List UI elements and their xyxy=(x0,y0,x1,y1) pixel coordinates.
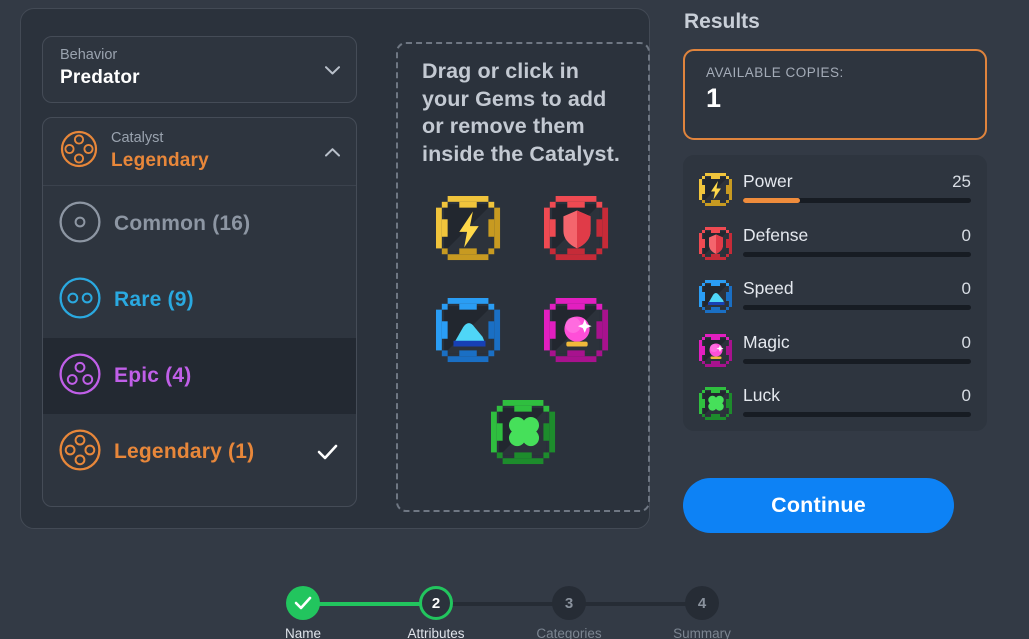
shield-icon xyxy=(699,226,733,261)
stepper-label-categories: Categories xyxy=(536,626,602,639)
results-title: Results xyxy=(684,10,760,33)
stat-row-defense: Defense 0 xyxy=(699,221,971,275)
stat-progress-fill xyxy=(743,198,800,203)
gem-dropzone[interactable]: Drag or click in your Gems to add or rem… xyxy=(396,42,650,512)
catalyst-label: Catalyst xyxy=(111,130,164,146)
available-copies-value: 1 xyxy=(706,83,722,113)
rarity-legendary-icon xyxy=(59,129,99,174)
stepper-node-attributes[interactable]: 2 xyxy=(419,586,453,620)
catalyst-header[interactable]: Catalyst Legendary xyxy=(43,118,356,186)
chevron-down-icon[interactable] xyxy=(325,65,340,75)
continue-button[interactable]: Continue xyxy=(683,478,954,533)
wizard-stepper: Name 2 Attributes 3 Categories 4 Summary xyxy=(275,586,731,639)
rarity-option-label: Rare (9) xyxy=(114,288,194,311)
rarity-option-list: Common (16) Rare (9) Epic (4) Legendary … xyxy=(43,186,356,490)
stat-label: Defense xyxy=(743,224,809,245)
stat-row-luck: Luck 0 xyxy=(699,381,971,435)
check-icon xyxy=(317,444,338,460)
stats-list: Power 25 Defense 0 Speed 0 Magic 0 Luck … xyxy=(699,167,971,435)
shield-icon[interactable] xyxy=(544,196,610,266)
stat-body: Luck 0 xyxy=(743,385,971,417)
stat-body: Magic 0 xyxy=(743,332,971,364)
stat-progress-track xyxy=(743,358,971,364)
stat-progress-track xyxy=(743,251,971,257)
catalyst-value: Legendary xyxy=(111,150,209,171)
stat-value: 0 xyxy=(961,386,971,405)
dropzone-instructions: Drag or click in your Gems to add or rem… xyxy=(422,59,620,166)
rarity-legendary-icon xyxy=(59,428,101,476)
stat-body: Defense 0 xyxy=(743,225,971,257)
crystal-ball-icon[interactable] xyxy=(544,298,610,368)
rarity-option-epic[interactable]: Epic (4) xyxy=(43,338,356,414)
stat-label: Power xyxy=(743,171,793,191)
available-copies-box: AVAILABLE COPIES: 1 xyxy=(683,49,987,140)
stat-label: Speed xyxy=(743,278,794,298)
behavior-value: Predator xyxy=(60,67,140,88)
rarity-epic-icon xyxy=(59,352,101,400)
rarity-rare-icon xyxy=(59,276,101,324)
available-copies-label: AVAILABLE COPIES: xyxy=(706,65,844,80)
stat-body: Power 25 xyxy=(743,171,971,203)
behavior-select[interactable]: Behavior Predator xyxy=(42,36,357,103)
clover-icon[interactable] xyxy=(491,400,557,468)
stepper-label-summary: Summary xyxy=(673,626,731,639)
stats-card: Power 25 Defense 0 Speed 0 Magic 0 Luck … xyxy=(683,155,987,431)
stat-value: 25 xyxy=(952,172,971,191)
catalyst-panel: Catalyst Legendary Common (16) Rare (9) … xyxy=(42,117,357,507)
stat-row-magic: Magic 0 xyxy=(699,328,971,382)
rarity-option-label: Common (16) xyxy=(114,212,251,235)
stepper-connector xyxy=(436,602,569,606)
lightning-bolt-icon xyxy=(699,173,733,207)
lightning-bolt-icon[interactable] xyxy=(436,196,502,266)
rarity-option-label: Epic (4) xyxy=(114,364,192,387)
stepper-label-name: Name xyxy=(284,626,321,639)
chevron-up-icon[interactable] xyxy=(325,147,340,157)
stat-body: Speed 0 xyxy=(743,278,971,310)
stat-progress-track xyxy=(743,198,971,203)
attributes-card: Behavior Predator Catalyst Legendary Com… xyxy=(20,8,650,529)
luck-gem[interactable] xyxy=(422,400,626,468)
stepper-node-categories[interactable]: 3 xyxy=(552,586,586,620)
stepper-node-summary[interactable]: 4 xyxy=(685,586,719,620)
stat-value: 0 xyxy=(961,279,971,298)
stat-row-power: Power 25 xyxy=(699,167,971,221)
stat-label: Magic xyxy=(743,331,790,352)
app-root: Behavior Predator Catalyst Legendary Com… xyxy=(0,0,1029,639)
rarity-option-label: Legendary (1) xyxy=(114,440,255,463)
behavior-label: Behavior xyxy=(60,47,118,63)
stepper-connector xyxy=(303,602,436,606)
clover-icon xyxy=(699,387,733,421)
stat-value: 0 xyxy=(961,225,971,245)
rarity-option-legendary[interactable]: Legendary (1) xyxy=(43,414,356,490)
shoe-icon xyxy=(699,280,733,314)
rarity-common-icon xyxy=(59,200,101,248)
magic-gem[interactable] xyxy=(544,298,612,366)
stat-value: 0 xyxy=(961,332,971,352)
crystal-ball-icon xyxy=(699,333,733,368)
stat-label: Luck xyxy=(743,385,780,405)
defense-gem[interactable] xyxy=(544,196,612,264)
speed-gem[interactable] xyxy=(436,298,504,366)
rarity-option-common[interactable]: Common (16) xyxy=(43,186,356,262)
stepper-label-attributes: Attributes xyxy=(407,626,465,639)
stat-progress-track xyxy=(743,412,971,417)
rarity-option-rare[interactable]: Rare (9) xyxy=(43,262,356,338)
stepper-connector xyxy=(569,602,702,606)
power-gem[interactable] xyxy=(436,196,504,264)
stepper-node-name-check-icon[interactable] xyxy=(286,586,320,620)
stat-row-speed: Speed 0 xyxy=(699,274,971,328)
stat-progress-track xyxy=(743,305,971,310)
gem-grid xyxy=(422,196,626,468)
shoe-icon[interactable] xyxy=(436,298,502,368)
